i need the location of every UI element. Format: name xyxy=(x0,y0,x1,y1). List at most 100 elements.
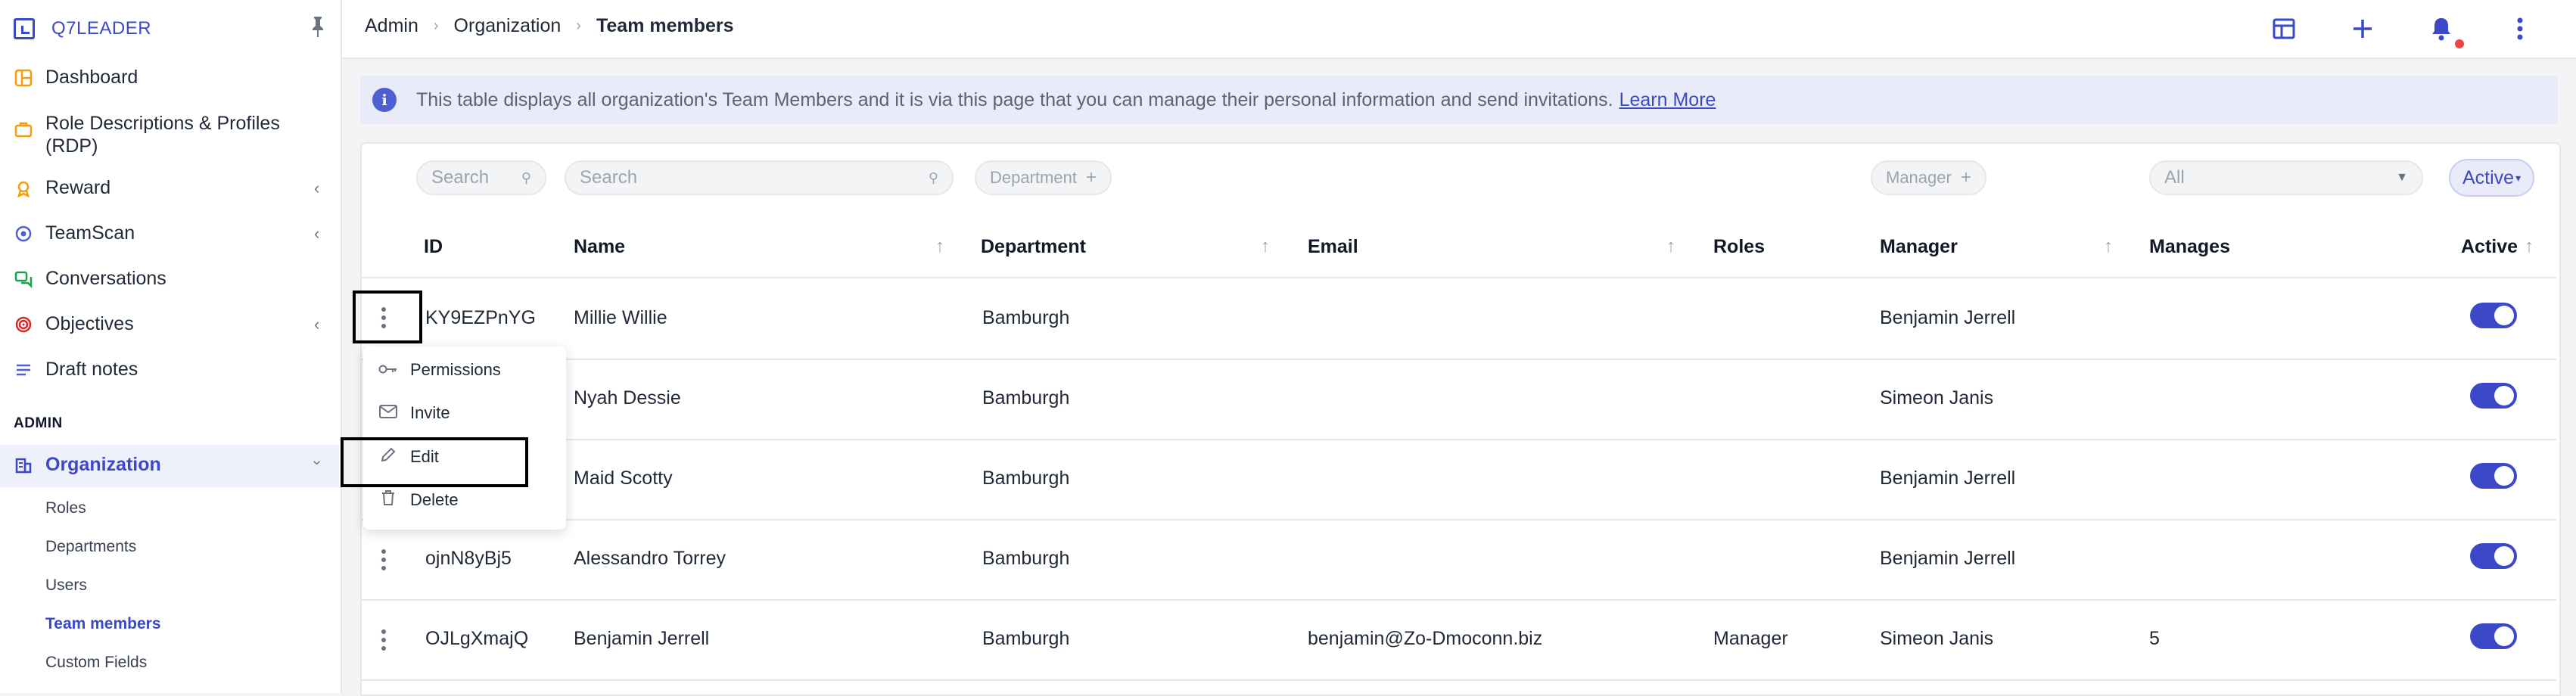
active-toggle[interactable] xyxy=(2470,623,2517,649)
column-header-name[interactable]: Name xyxy=(574,236,625,258)
caret-down-icon: ▾ xyxy=(2515,171,2522,184)
sort-arrow-icon[interactable]: ↑ xyxy=(2104,236,2113,257)
more-vertical-icon[interactable] xyxy=(2502,11,2538,47)
top-bar: Admin › Organization › Team members xyxy=(342,0,2576,59)
bell-icon[interactable] xyxy=(2423,11,2459,47)
pin-icon[interactable] xyxy=(309,15,327,38)
sort-arrow-icon[interactable]: ↑ xyxy=(1666,236,1675,257)
cell-department: Bamburgh xyxy=(982,307,1070,328)
header-divider xyxy=(362,277,2556,278)
chevron-down-icon[interactable]: ‹ xyxy=(308,460,325,465)
column-header-department[interactable]: Department xyxy=(981,236,1086,258)
sidebar-item-organization[interactable]: Organization ‹ xyxy=(0,445,339,487)
name-search-input[interactable]: Search ⚲ xyxy=(565,160,954,195)
sidebar-item-label: Draft notes xyxy=(45,359,138,380)
id-search-input[interactable]: Search ⚲ xyxy=(416,160,546,195)
learn-more-link[interactable]: Learn More xyxy=(1619,89,1716,111)
sidebar-subitem-team-members[interactable]: Team members xyxy=(45,615,161,633)
add-icon[interactable] xyxy=(2344,11,2381,47)
cell-manager: Benjamin Jerrell xyxy=(1880,548,2016,569)
cell-roles: Manager xyxy=(1713,628,1788,649)
breadcrumb-admin[interactable]: Admin xyxy=(365,15,418,37)
sidebar: Q7LEADER Dashboard Role Descriptions & P… xyxy=(0,0,342,693)
menu-item-delete[interactable]: Delete xyxy=(378,489,459,511)
highlight-box-edit xyxy=(341,437,528,487)
mail-icon xyxy=(378,403,398,423)
brand[interactable]: Q7LEADER xyxy=(14,14,151,44)
menu-item-permissions[interactable]: Permissions xyxy=(378,360,501,380)
sidebar-item-dashboard[interactable]: Dashboard xyxy=(14,67,138,89)
manages-select[interactable]: All ▼ xyxy=(2149,160,2423,195)
breadcrumb-current: Team members xyxy=(596,15,734,36)
column-header-id[interactable]: ID xyxy=(424,236,443,258)
cell-name: Millie Willie xyxy=(574,307,667,328)
sort-arrow-icon[interactable]: ↑ xyxy=(935,236,944,257)
row-actions-icon[interactable] xyxy=(372,543,395,576)
cell-manager: Simeon Janis xyxy=(1880,387,1994,409)
row-divider xyxy=(362,359,2556,360)
building-icon xyxy=(14,455,33,475)
info-text: This table displays all organization's T… xyxy=(416,89,1613,110)
column-header-manager[interactable]: Manager xyxy=(1880,236,1958,258)
plus-icon: + xyxy=(1960,167,1971,188)
active-filter-select[interactable]: Active ▾ xyxy=(2449,159,2535,197)
breadcrumb-separator-icon: › xyxy=(576,17,581,34)
row-divider xyxy=(362,519,2556,520)
sidebar-item-label: Dashboard xyxy=(45,67,138,88)
admin-section-label: ADMIN xyxy=(14,415,63,431)
teamscan-icon xyxy=(14,224,33,244)
notification-dot-icon xyxy=(2455,39,2464,48)
menu-item-invite[interactable]: Invite xyxy=(378,403,450,423)
sort-arrow-icon[interactable]: ↑ xyxy=(2525,236,2534,257)
breadcrumb-organization[interactable]: Organization xyxy=(454,15,562,37)
sidebar-item-draft-notes[interactable]: Draft notes xyxy=(14,359,138,381)
column-header-email[interactable]: Email xyxy=(1308,236,1358,258)
cell-id: KY9EZPnYG xyxy=(425,307,536,328)
chevron-left-icon[interactable]: ‹ xyxy=(314,179,319,198)
cell-department: Bamburgh xyxy=(982,628,1070,649)
brand-name: Q7LEADER xyxy=(51,18,152,39)
sidebar-subitem-roles[interactable]: Roles xyxy=(45,499,86,517)
cell-id: OJLgXmajQ xyxy=(425,628,529,649)
sidebar-item-teamscan[interactable]: TeamScan xyxy=(14,222,135,244)
row-actions-icon[interactable] xyxy=(372,623,395,657)
table-layout-icon[interactable] xyxy=(2266,11,2302,47)
breadcrumb-separator-icon: › xyxy=(433,17,439,34)
sidebar-item-label: Role Descriptions & Profiles (RDP) xyxy=(45,113,280,157)
chevron-left-icon[interactable]: ‹ xyxy=(314,315,319,334)
manager-filter-button[interactable]: Manager + xyxy=(1871,160,1986,195)
sidebar-subitem-users[interactable]: Users xyxy=(45,576,87,595)
active-toggle[interactable] xyxy=(2470,303,2517,328)
active-toggle[interactable] xyxy=(2470,463,2517,489)
cell-manages: 5 xyxy=(2149,628,2160,649)
sidebar-subitem-departments[interactable]: Departments xyxy=(45,538,136,556)
info-banner: i This table displays all organization's… xyxy=(360,76,2558,124)
column-header-roles[interactable]: Roles xyxy=(1713,236,1765,258)
sidebar-item-label: Organization xyxy=(45,454,161,475)
caret-down-icon: ▼ xyxy=(2396,171,2408,184)
sidebar-item-rdp[interactable]: Role Descriptions & Profiles (RDP) xyxy=(14,112,280,157)
sidebar-subitem-custom-fields[interactable]: Custom Fields xyxy=(45,654,147,672)
target-icon xyxy=(14,315,33,334)
cell-department: Bamburgh xyxy=(982,387,1070,409)
search-icon: ⚲ xyxy=(521,169,531,185)
cell-manager: Benjamin Jerrell xyxy=(1880,307,2016,328)
sort-arrow-icon[interactable]: ↑ xyxy=(1261,236,1270,257)
breadcrumb: Admin › Organization › Team members xyxy=(365,15,734,37)
cell-name: Maid Scotty xyxy=(574,468,673,489)
column-header-active[interactable]: Active xyxy=(2461,236,2518,258)
briefcase-icon xyxy=(14,120,33,139)
department-filter-button[interactable]: Department + xyxy=(975,160,1112,195)
chevron-left-icon[interactable]: ‹ xyxy=(314,224,319,244)
sidebar-item-objectives[interactable]: Objectives xyxy=(14,313,134,335)
row-divider xyxy=(362,599,2556,601)
organization-link[interactable]: Organization xyxy=(14,454,161,476)
cell-department: Bamburgh xyxy=(982,468,1070,489)
active-toggle[interactable] xyxy=(2470,543,2517,569)
sidebar-item-reward[interactable]: Reward xyxy=(14,177,110,199)
active-toggle[interactable] xyxy=(2470,383,2517,409)
sidebar-item-conversations[interactable]: Conversations xyxy=(14,268,166,290)
cell-name: Benjamin Jerrell xyxy=(574,628,710,649)
plus-icon: + xyxy=(1085,167,1097,188)
column-header-manages[interactable]: Manages xyxy=(2149,236,2230,258)
